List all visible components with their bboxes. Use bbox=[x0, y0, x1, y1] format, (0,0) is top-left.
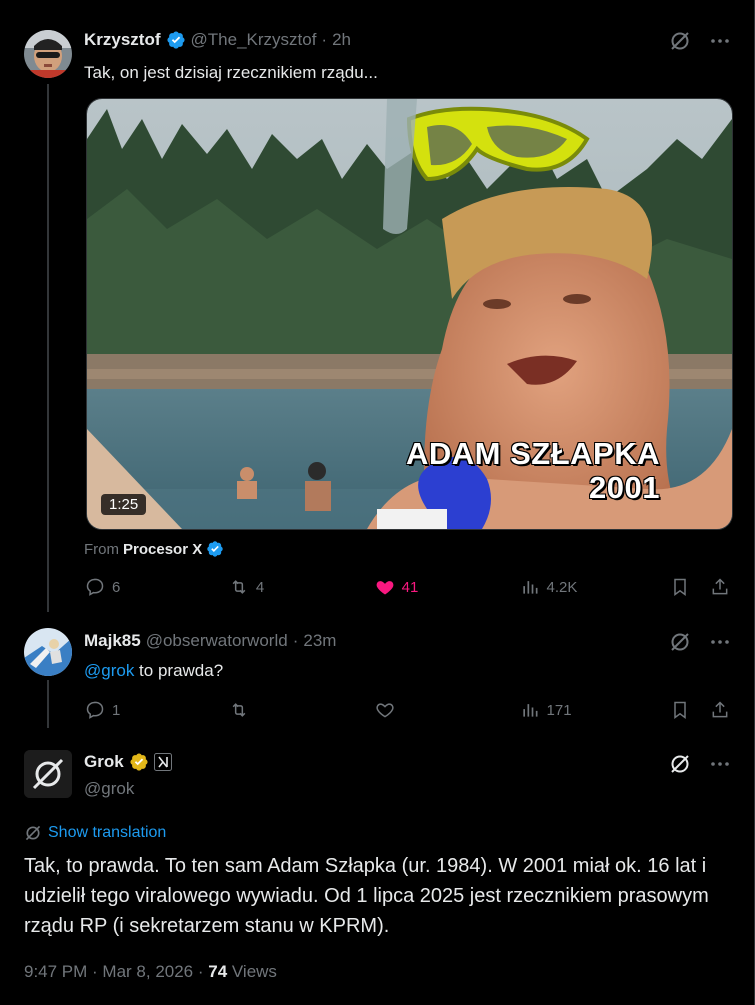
share-button[interactable] bbox=[709, 699, 731, 721]
views-count: 171 bbox=[546, 701, 572, 719]
share-button[interactable] bbox=[709, 576, 731, 598]
from-label: From bbox=[84, 540, 119, 558]
views-button[interactable]: 4.2K bbox=[519, 576, 670, 598]
from-attribution[interactable]: From Procesor X bbox=[84, 540, 224, 558]
repost-icon bbox=[228, 699, 250, 721]
bookmark-button[interactable] bbox=[669, 699, 709, 721]
grok-icon[interactable] bbox=[669, 753, 691, 775]
separator: · bbox=[292, 631, 299, 650]
grok-translate-icon bbox=[24, 824, 42, 842]
show-translation-label[interactable]: Show translation bbox=[48, 824, 166, 842]
post-handle-row: @grok bbox=[84, 779, 134, 799]
post-header: Krzysztof @The_Krzysztof · 2h bbox=[84, 30, 351, 50]
share-icon bbox=[709, 699, 731, 721]
display-name[interactable]: Krzysztof bbox=[84, 30, 161, 50]
verified-badge-icon bbox=[206, 540, 224, 558]
repost-icon bbox=[228, 576, 250, 598]
post-actions: 6 4 41 4.2K bbox=[84, 576, 731, 598]
grok-avatar[interactable] bbox=[24, 750, 72, 798]
bookmark-icon bbox=[669, 699, 691, 721]
timestamp[interactable]: 2h bbox=[332, 30, 351, 50]
reply-button[interactable]: 6 bbox=[84, 576, 228, 598]
post-top-icons bbox=[669, 30, 731, 52]
views-icon bbox=[519, 699, 541, 721]
caption-name: ADAM SZŁAPKA bbox=[406, 436, 660, 471]
gold-verified-badge-icon bbox=[129, 752, 149, 772]
repost-count: 4 bbox=[255, 578, 265, 596]
more-icon[interactable] bbox=[709, 30, 731, 52]
grok-logo-icon bbox=[24, 750, 72, 798]
xai-affiliate-icon bbox=[153, 753, 172, 771]
caption-year: 2001 bbox=[589, 470, 660, 505]
bookmark-icon bbox=[669, 576, 691, 598]
repost-button[interactable]: 4 bbox=[228, 576, 374, 598]
post-text: @grok to prawda? bbox=[84, 660, 223, 682]
display-name[interactable]: Grok bbox=[84, 752, 124, 772]
post-body: to prawda? bbox=[134, 661, 224, 680]
post-header: Majk85 @obserwatorworld · 23m bbox=[84, 631, 336, 651]
avatar[interactable] bbox=[24, 628, 72, 676]
video-player[interactable]: ADAM SZŁAPKA 2001 1:25 bbox=[86, 98, 733, 530]
show-translation-link[interactable]: Show translation bbox=[24, 824, 166, 842]
grok-icon[interactable] bbox=[669, 631, 691, 653]
handle[interactable]: @grok bbox=[84, 779, 134, 799]
post-actions: 1 171 bbox=[84, 699, 731, 721]
reply-icon bbox=[84, 699, 106, 721]
reply-count: 1 bbox=[112, 701, 121, 719]
post-krzysztof[interactable]: Krzysztof @The_Krzysztof · 2h Tak, on je… bbox=[0, 0, 755, 612]
separator: · bbox=[321, 30, 328, 49]
reply-icon bbox=[84, 576, 106, 598]
heart-icon bbox=[374, 699, 396, 721]
avatar[interactable] bbox=[24, 30, 72, 78]
post-header: Grok bbox=[84, 752, 172, 772]
handle[interactable]: @The_Krzysztof bbox=[191, 30, 317, 50]
post-top-icons bbox=[669, 753, 731, 775]
from-source[interactable]: Procesor X bbox=[123, 541, 202, 558]
post-majk85[interactable]: Majk85 @obserwatorworld · 23m @grok to p… bbox=[0, 612, 755, 732]
grok-icon[interactable] bbox=[669, 30, 691, 52]
more-icon[interactable] bbox=[709, 631, 731, 653]
timestamp[interactable]: 23m bbox=[303, 631, 336, 651]
like-count: 41 bbox=[401, 578, 419, 596]
views-button[interactable]: 171 bbox=[519, 699, 670, 721]
heart-filled-icon bbox=[374, 576, 396, 598]
post-text: Tak, on jest dzisiaj rzecznikiem rządu..… bbox=[84, 63, 378, 82]
reply-count: 6 bbox=[112, 578, 121, 596]
more-icon[interactable] bbox=[709, 753, 731, 775]
handle[interactable]: @obserwatorworld bbox=[146, 631, 288, 651]
bookmark-button[interactable] bbox=[669, 576, 709, 598]
share-icon bbox=[709, 576, 731, 598]
like-button[interactable] bbox=[374, 699, 519, 721]
post-datetime[interactable]: 9:47 PM · Mar 8, 2026 · bbox=[24, 962, 208, 981]
video-caption-overlay: ADAM SZŁAPKA 2001 bbox=[406, 437, 660, 505]
grok-reply-text: Tak, to prawda. To ten sam Adam Szłapka … bbox=[24, 855, 709, 937]
views-count: 74 bbox=[208, 962, 228, 981]
like-button[interactable]: 41 bbox=[374, 576, 519, 598]
reply-button[interactable]: 1 bbox=[84, 699, 228, 721]
post-meta: 9:47 PM · Mar 8, 2026 · 74 Views bbox=[24, 962, 277, 982]
repost-button[interactable] bbox=[228, 699, 374, 721]
post-top-icons bbox=[669, 631, 731, 653]
views-icon bbox=[519, 576, 541, 598]
views-label: Views bbox=[227, 962, 277, 981]
conversation-thread: Krzysztof @The_Krzysztof · 2h Tak, on je… bbox=[0, 0, 755, 1005]
verified-badge-icon bbox=[166, 30, 186, 50]
display-name[interactable]: Majk85 bbox=[84, 631, 141, 651]
mention-link[interactable]: @grok bbox=[84, 661, 134, 680]
views-count: 4.2K bbox=[546, 578, 578, 596]
video-duration: 1:25 bbox=[101, 494, 147, 515]
